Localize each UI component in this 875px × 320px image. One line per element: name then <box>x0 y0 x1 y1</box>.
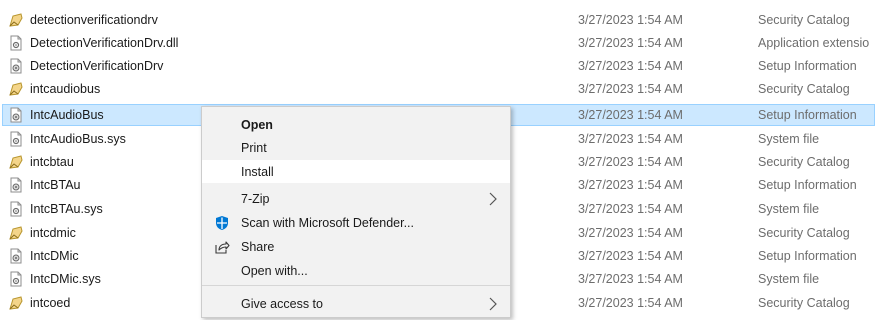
file-name: IntcBTAu.sys <box>30 202 103 216</box>
file-date: 3/27/2023 1:54 AM <box>578 36 683 50</box>
file-type: Setup Information <box>758 249 857 263</box>
file-name: intcaudiobus <box>30 82 101 96</box>
setup-info-icon <box>10 107 22 123</box>
menu-item-7zip[interactable]: 7-Zip <box>202 187 510 210</box>
menu-item-label: Open with... <box>241 264 308 278</box>
system-file-icon <box>10 271 22 287</box>
catalog-icon <box>9 155 23 169</box>
defender-shield-icon <box>216 216 228 230</box>
file-date: 3/27/2023 1:54 AM <box>578 202 683 216</box>
file-name: IntcAudioBus <box>30 108 104 122</box>
file-date: 3/27/2023 1:54 AM <box>578 272 683 286</box>
catalog-icon <box>9 296 23 310</box>
file-name: IntcAudioBus.sys <box>30 132 126 146</box>
menu-item-label: Share <box>241 240 275 254</box>
file-name: IntcDMic <box>30 249 79 263</box>
menu-item-open-with[interactable]: Open with... <box>202 259 510 282</box>
setup-info-icon <box>10 248 22 264</box>
file-name: detectionverificationdrv <box>30 13 158 27</box>
file-date: 3/27/2023 1:54 AM <box>578 108 683 122</box>
file-type: Security Catalog <box>758 226 850 240</box>
file-date: 3/27/2023 1:54 AM <box>578 296 683 310</box>
file-date: 3/27/2023 1:54 AM <box>578 249 683 263</box>
file-name: intcoed <box>30 296 71 310</box>
file-type: Application extensio <box>758 36 870 50</box>
catalog-icon <box>9 13 23 27</box>
setup-info-icon <box>10 177 22 193</box>
file-row[interactable]: DetectionVerificationDrv 3/27/2023 1:54 … <box>0 55 875 78</box>
file-date: 3/27/2023 1:54 AM <box>578 155 683 169</box>
file-type: System file <box>758 202 820 216</box>
file-name: IntcDMic.sys <box>30 272 101 286</box>
catalog-icon <box>9 82 23 96</box>
menu-item-scan-defender[interactable]: Scan with Microsoft Defender... <box>202 211 510 234</box>
file-name: intcbtau <box>30 155 74 169</box>
menu-item-share[interactable]: Share <box>202 235 510 258</box>
menu-separator <box>202 285 510 286</box>
file-type: System file <box>758 272 820 286</box>
system-file-icon <box>10 201 22 217</box>
file-row[interactable]: DetectionVerificationDrv.dll 3/27/2023 1… <box>0 32 875 55</box>
file-date: 3/27/2023 1:54 AM <box>578 178 683 192</box>
chevron-right-icon <box>489 192 497 206</box>
menu-item-label: Scan with Microsoft Defender... <box>241 216 414 230</box>
menu-item-label: Open <box>241 118 273 132</box>
menu-item-label: Give access to <box>241 297 323 311</box>
file-type: Setup Information <box>758 178 857 192</box>
file-date: 3/27/2023 1:54 AM <box>578 59 683 73</box>
file-date: 3/27/2023 1:54 AM <box>578 82 683 96</box>
file-name: DetectionVerificationDrv.dll <box>30 36 179 50</box>
menu-item-give-access[interactable]: Give access to <box>202 292 510 315</box>
menu-item-label: Install <box>241 165 274 179</box>
menu-item-print[interactable]: Print <box>202 136 510 159</box>
file-name: IntcBTAu <box>30 178 81 192</box>
file-date: 3/27/2023 1:54 AM <box>578 132 683 146</box>
setup-info-icon <box>10 58 22 74</box>
file-type: Security Catalog <box>758 296 850 310</box>
file-row[interactable]: intcaudiobus 3/27/2023 1:54 AM Security … <box>0 78 875 101</box>
menu-item-label: 7-Zip <box>241 192 270 206</box>
menu-item-label: Print <box>241 141 267 155</box>
dll-icon <box>10 35 22 51</box>
file-name: DetectionVerificationDrv <box>30 59 164 73</box>
menu-item-open[interactable]: Open <box>202 113 510 136</box>
file-type: System file <box>758 132 820 146</box>
file-date: 3/27/2023 1:54 AM <box>578 13 683 27</box>
file-type: Security Catalog <box>758 13 850 27</box>
share-icon <box>215 241 230 254</box>
file-type: Security Catalog <box>758 155 850 169</box>
file-name: intcdmic <box>30 226 76 240</box>
context-menu: Open Print Install 7-Zip Scan with Micro… <box>201 106 511 318</box>
file-row[interactable]: detectionverificationdrv 3/27/2023 1:54 … <box>0 9 875 32</box>
file-type: Setup Information <box>758 59 857 73</box>
file-date: 3/27/2023 1:54 AM <box>578 226 683 240</box>
catalog-icon <box>9 226 23 240</box>
system-file-icon <box>10 131 22 147</box>
menu-item-install[interactable]: Install <box>202 160 510 183</box>
file-type: Security Catalog <box>758 82 850 96</box>
file-type: Setup Information <box>758 108 857 122</box>
chevron-right-icon <box>489 297 497 311</box>
